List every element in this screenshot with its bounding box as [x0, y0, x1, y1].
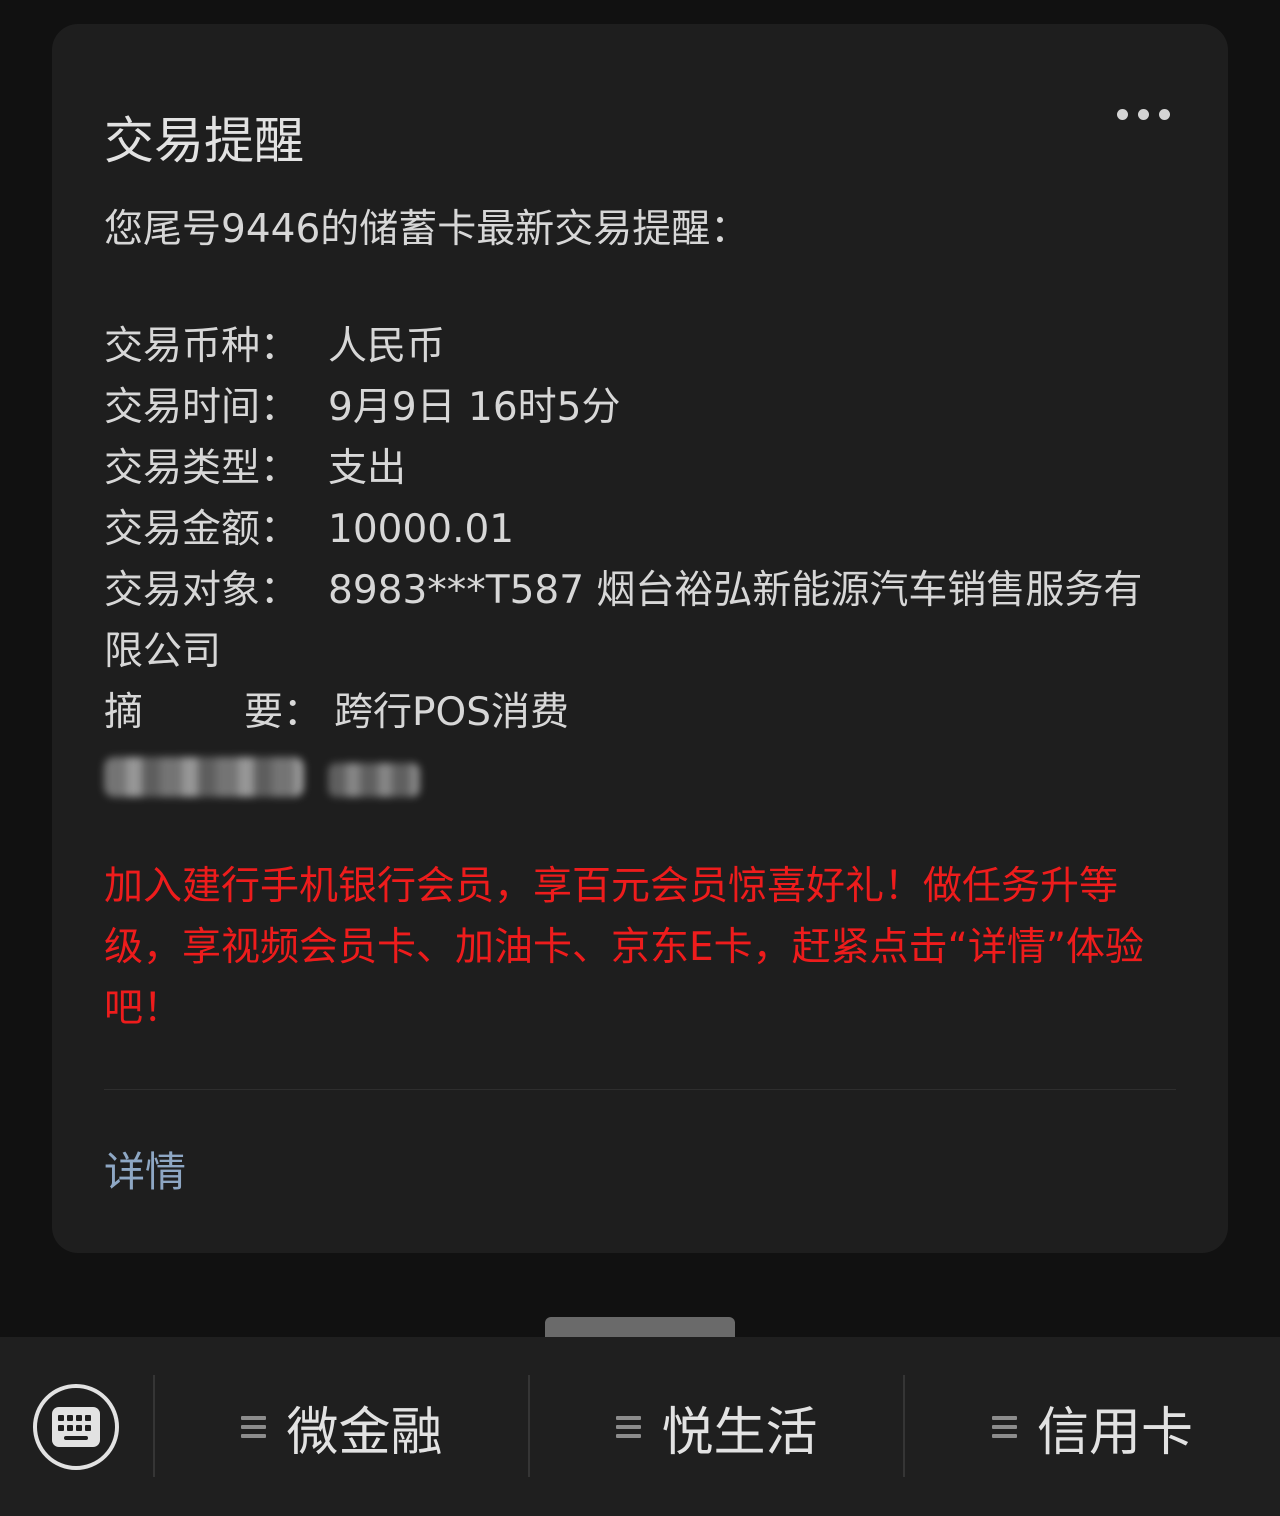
details-link[interactable]: 详情: [104, 1142, 186, 1202]
field-label: 交易时间：: [104, 385, 300, 430]
menu-lines-icon: [241, 1416, 267, 1438]
field-label: 交易金额：: [104, 507, 300, 552]
field-label: 交易对象：: [104, 568, 300, 613]
chat-screen: 交易提醒 您尾号9446的储蓄卡最新交易提醒： 交易币种： 人民币 交易时间： …: [0, 0, 1280, 1516]
summary-label-char: 要：: [244, 690, 323, 735]
divider: [104, 1089, 1176, 1090]
menu-yueshenghuo[interactable]: 悦生活: [530, 1377, 904, 1477]
drag-handle[interactable]: [545, 1317, 735, 1339]
field-label: 摘 要：: [104, 682, 334, 743]
field-label: 交易类型：: [104, 446, 300, 491]
menu-lines-icon: [991, 1416, 1017, 1438]
field-value: 跨行POS消费: [334, 690, 569, 735]
field-time: 交易时间： 9月9日 16时5分: [104, 377, 1164, 438]
transaction-details: 交易币种： 人民币 交易时间： 9月9日 16时5分 交易类型： 支出 交易金额…: [104, 316, 1164, 805]
field-label: 交易币种：: [104, 324, 300, 369]
field-summary: 摘 要： 跨行POS消费: [104, 682, 1164, 743]
field-type: 交易类型： 支出: [104, 438, 1164, 499]
keyboard-icon: [52, 1407, 100, 1447]
menu-label: 微金融: [286, 1402, 443, 1463]
alert-intro: 您尾号9446的储蓄卡最新交易提醒：: [104, 207, 750, 252]
redacted-text: [104, 749, 1164, 805]
more-dot-icon: [1116, 108, 1128, 120]
redaction-blur: [328, 763, 420, 797]
menu-xinyongka[interactable]: 信用卡: [905, 1377, 1280, 1477]
menu-label: 信用卡: [1036, 1402, 1193, 1463]
redaction-blur: [104, 757, 304, 797]
promo-text: 加入建行手机银行会员，享百元会员惊喜好礼！做任务升等级，享视频会员卡、加油卡、京…: [104, 864, 1145, 1031]
keyboard-toggle-button[interactable]: [33, 1384, 119, 1470]
more-options-button[interactable]: [1098, 92, 1188, 136]
field-currency: 交易币种： 人民币: [104, 316, 1164, 377]
menu-lines-icon: [616, 1416, 642, 1438]
more-dot-icon: [1137, 108, 1149, 120]
field-amount: 交易金额： 10000.01: [104, 499, 1164, 560]
field-value: 支出: [328, 446, 407, 491]
summary-label-char: 摘: [104, 690, 144, 735]
menu-label: 悦生活: [661, 1402, 818, 1463]
more-dot-icon: [1158, 108, 1170, 120]
bottom-menu-bar: 微金融 悦生活 信用卡: [0, 1337, 1280, 1516]
field-value: 9月9日 16时5分: [328, 385, 621, 430]
transaction-alert-card: 交易提醒 您尾号9446的储蓄卡最新交易提醒： 交易币种： 人民币 交易时间： …: [52, 24, 1228, 1253]
field-value: 人民币: [328, 324, 446, 369]
card-title: 交易提醒: [104, 112, 304, 170]
field-value: 10000.01: [328, 507, 515, 552]
field-counterparty: 交易对象： 8983***T587 烟台裕弘新能源汽车销售服务有限公司: [104, 560, 1164, 682]
menu-weijinrong[interactable]: 微金融: [155, 1377, 529, 1477]
